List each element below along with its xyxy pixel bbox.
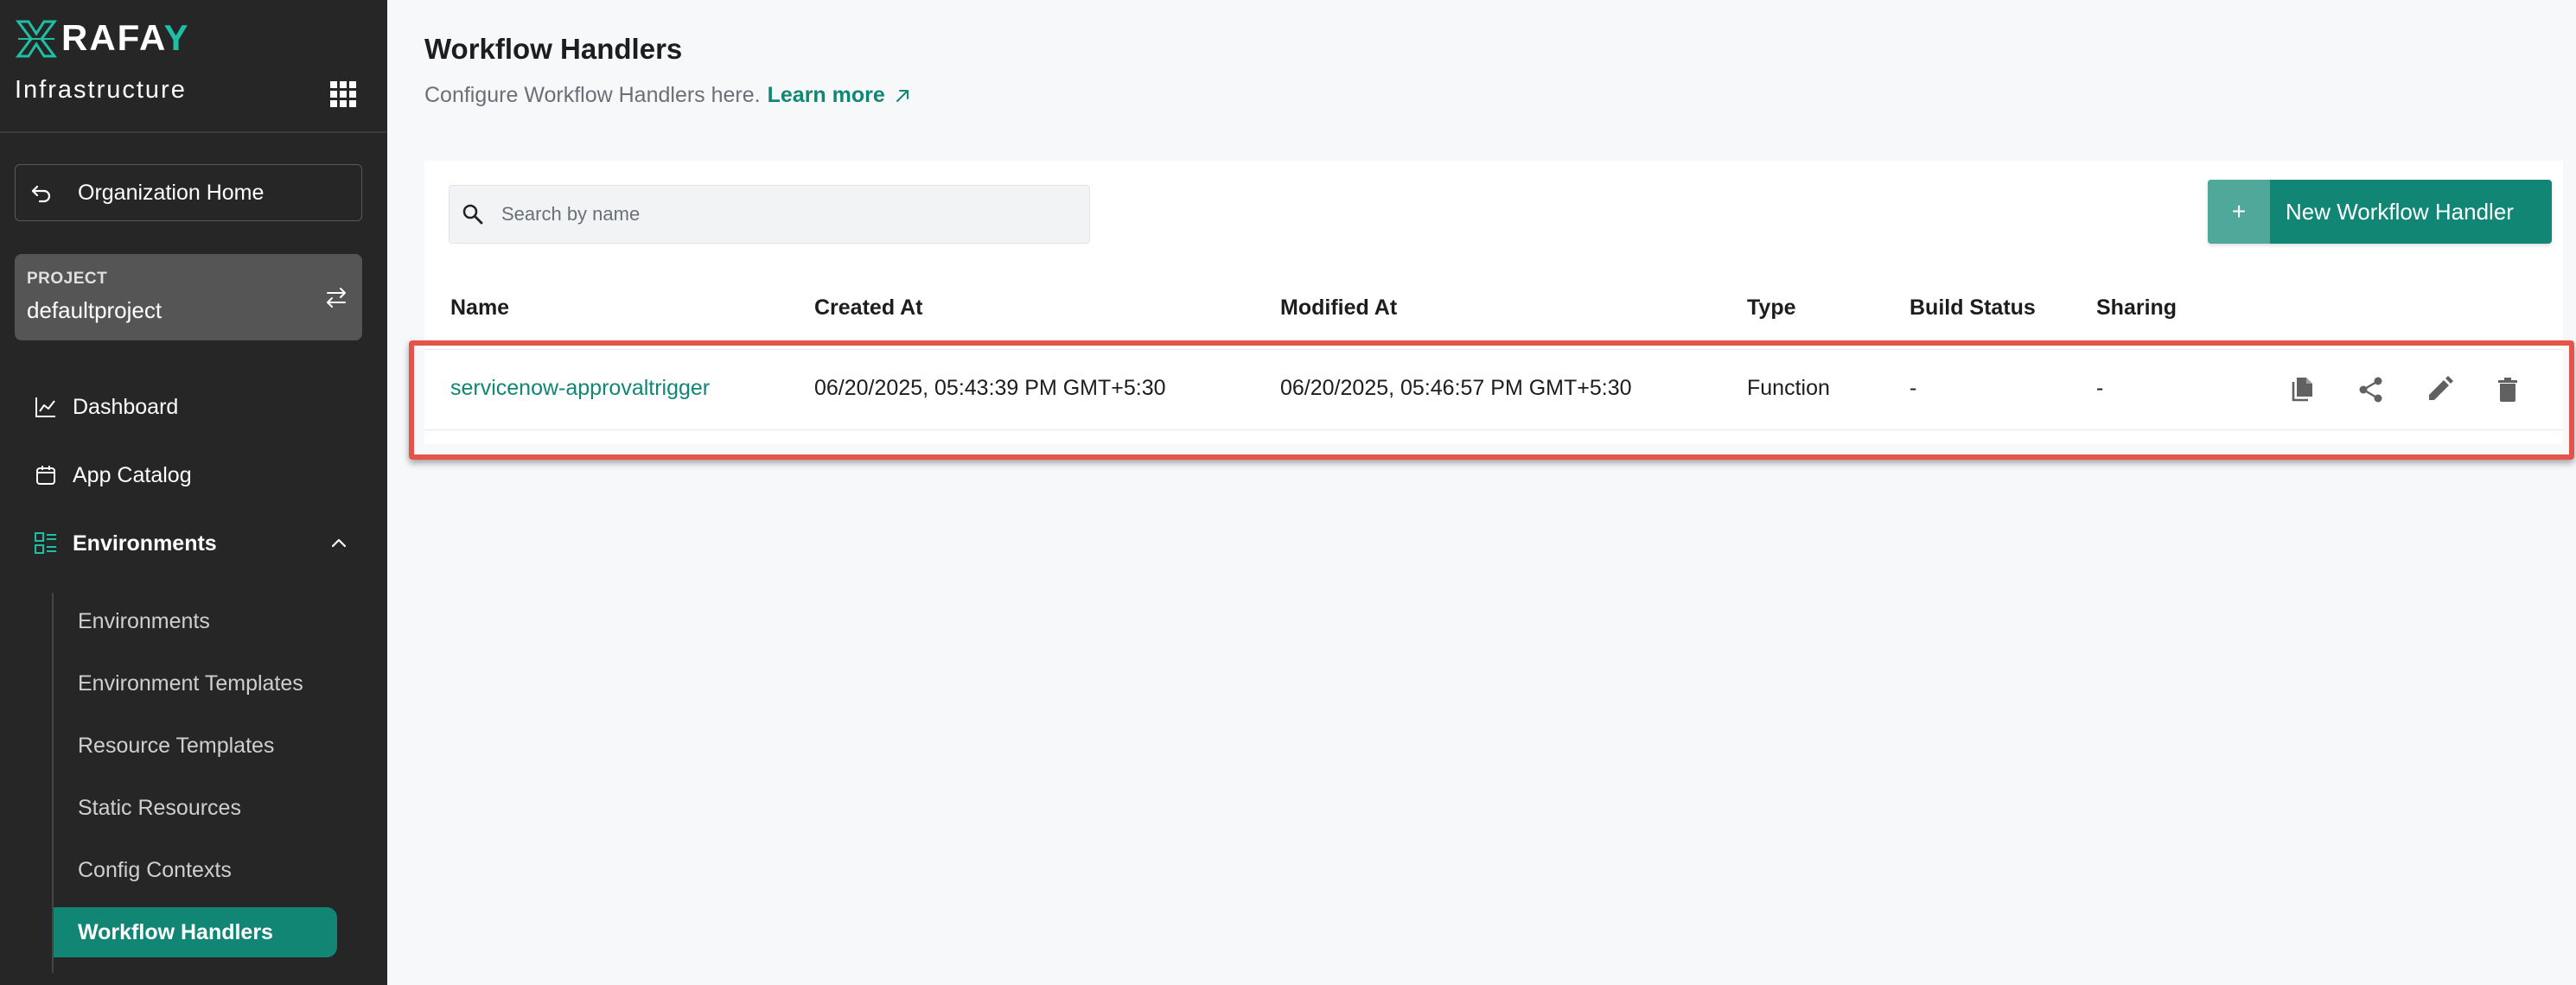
swap-icon[interactable]: [322, 283, 350, 311]
sidebar-item-dashboard[interactable]: Dashboard: [33, 385, 178, 429]
sidebar-divider: [0, 131, 387, 133]
delete-icon: [2498, 378, 2517, 402]
chevron-up-icon[interactable]: [327, 531, 351, 555]
external-link-icon: [896, 89, 909, 102]
learn-more-label: Learn more: [767, 83, 885, 107]
organization-home-label: Organization Home: [78, 180, 265, 205]
product-name: Infrastructure: [15, 76, 187, 104]
column-header-build-status[interactable]: Build Status: [1910, 296, 2036, 321]
page-subtitle-text: Configure Workflow Handlers here.: [424, 83, 761, 107]
edit-icon: [2429, 376, 2453, 400]
delete-button[interactable]: [2492, 374, 2523, 405]
share-icon: [2359, 377, 2382, 403]
brand-name: RAFAY: [61, 17, 190, 58]
sidebar-subitem-environments[interactable]: Environments: [78, 601, 210, 641]
catalog-icon: [36, 466, 55, 485]
page-title: Workflow Handlers: [424, 33, 683, 65]
sidebar-subitem-static-resources[interactable]: Static Resources: [78, 788, 241, 828]
back-arrow-icon: [31, 185, 51, 203]
page-subtitle: Configure Workflow Handlers here. Learn …: [424, 83, 913, 108]
environments-icon: [35, 532, 56, 554]
sidebar-item-app-catalog[interactable]: App Catalog: [33, 454, 192, 497]
sidebar-item-environments[interactable]: Environments: [33, 522, 217, 565]
modified-at-cell: 06/20/2025, 05:46:57 PM GMT+5:30: [1280, 376, 1632, 400]
apps-grid-icon[interactable]: [330, 81, 356, 107]
chart-line-icon: [35, 397, 55, 417]
sidebar-item-label: App Catalog: [73, 462, 192, 487]
sidebar-item-label: Dashboard: [73, 394, 179, 419]
sidebar-subitem-resource-templates[interactable]: Resource Templates: [78, 726, 274, 766]
sidebar-subitem-workflow-handlers[interactable]: Workflow Handlers: [54, 907, 337, 957]
share-button[interactable]: [2356, 374, 2387, 405]
column-header-modified-at[interactable]: Modified At: [1280, 296, 1397, 321]
handler-name-link[interactable]: servicenow-approvaltrigger: [450, 376, 710, 401]
rafay-logo-icon: [16, 20, 57, 58]
column-header-created-at[interactable]: Created At: [814, 296, 923, 321]
learn-more-link[interactable]: Learn more: [768, 83, 913, 108]
copy-icon: [2292, 378, 2312, 402]
copy-button[interactable]: [2287, 374, 2318, 405]
main-content: Workflow Handlers Configure Workflow Han…: [387, 0, 2576, 985]
type-cell: Function: [1747, 376, 1830, 400]
plus-icon: +: [2208, 180, 2270, 244]
column-header-name[interactable]: Name: [450, 296, 509, 321]
sidebar-subitem-config-contexts[interactable]: Config Contexts: [78, 850, 232, 890]
new-workflow-handler-button[interactable]: + New Workflow Handler: [2208, 180, 2552, 244]
created-at-cell: 06/20/2025, 05:43:39 PM GMT+5:30: [814, 376, 1166, 400]
project-selector[interactable]: PROJECT defaultproject: [15, 254, 362, 340]
new-workflow-handler-label: New Workflow Handler: [2286, 198, 2514, 225]
search-icon: [462, 204, 483, 225]
brand-logo[interactable]: RAFAY: [15, 17, 190, 59]
search-box[interactable]: [449, 185, 1090, 244]
workflow-handlers-card: + New Workflow Handler Name Created At M…: [424, 161, 2563, 444]
project-caption: PROJECT: [27, 270, 108, 288]
build-status-cell: -: [1910, 376, 1917, 400]
sidebar-item-label: Environments: [73, 531, 217, 556]
table-row: servicenow-approvaltrigger 06/20/2025, 0…: [424, 349, 2563, 430]
column-header-type[interactable]: Type: [1747, 296, 1796, 321]
sidebar-subitem-environment-templates[interactable]: Environment Templates: [78, 664, 303, 703]
project-value: defaultproject: [27, 297, 163, 323]
sharing-cell: -: [2096, 376, 2104, 400]
edit-button[interactable]: [2424, 374, 2455, 405]
column-header-sharing[interactable]: Sharing: [2096, 296, 2177, 321]
search-input[interactable]: [501, 203, 1055, 226]
organization-home-button[interactable]: Organization Home: [15, 164, 362, 221]
sidebar: RAFAY Infrastructure Organization Home P…: [0, 0, 387, 985]
